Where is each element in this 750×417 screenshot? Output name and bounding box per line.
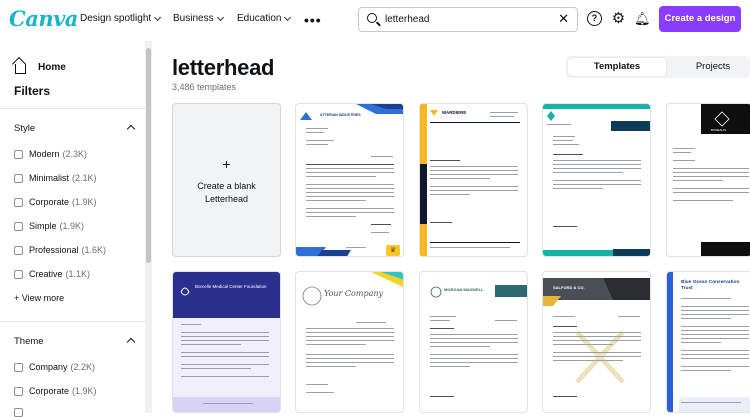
plus-icon: + [14,293,22,303]
tab-templates[interactable]: Templates [568,58,666,76]
view-more-label: View more [21,293,65,303]
template-card[interactable]: Your Company [295,271,404,413]
filter-label: Company [29,362,68,372]
nav-label: Business [173,13,214,24]
template-card[interactable]: SALFORD & CO. [542,271,651,413]
nav-label: Education [237,13,282,24]
template-card[interactable]: MORGAN MAXWELL [419,271,528,413]
checkbox[interactable] [14,269,23,279]
checkbox[interactable] [14,245,23,255]
divider [0,108,145,109]
template-thumbnail [420,104,520,256]
canva-logo[interactable]: Canva [9,6,78,31]
top-bar: Canva Design spotlight Business Educatio… [0,0,750,40]
theme-section-title[interactable]: Theme [14,336,44,347]
template-company: Borcelle Medical Center Foundation [195,284,267,289]
filter-count: (1.1K) [65,269,91,279]
nav-design-spotlight[interactable]: Design spotlight [80,13,162,24]
sidebar-item-home[interactable]: Home [15,61,66,74]
bell-icon[interactable]: 🔔︎ [634,11,651,26]
home-label: Home [38,62,66,73]
gear-icon[interactable]: ⚙ [611,11,626,26]
template-company: WARDIERE [442,110,467,115]
template-company: ATTERIAN INDUSTRIES [320,113,361,117]
clear-search-icon[interactable]: ✕ [558,11,569,27]
filter-label: Simple [29,221,57,231]
checkbox[interactable] [14,197,23,207]
nav-education[interactable]: Education [237,13,292,24]
plus-icon: + [222,156,231,172]
create-blank-label: Create a blank Letterhead [197,181,256,204]
template-count: 3,486 templates [172,82,237,92]
checkbox[interactable] [14,221,23,231]
search-bar[interactable]: letterhead ✕ [358,7,578,32]
tab-projects[interactable]: Projects [676,58,750,76]
filter-count: (2.2K) [70,362,96,372]
filters-title: Filters [14,84,51,98]
more-icon[interactable]: ••• [304,12,322,28]
sidebar-scroll-thumb[interactable] [146,48,151,263]
create-blank-card[interactable]: + Create a blank Letterhead [172,103,281,257]
divider [0,321,145,322]
filter-label: Corporate [29,386,70,396]
filter-count: (1.9K) [72,197,97,207]
premium-crown-icon: ♛ [386,245,400,256]
filter-label: Professional [29,245,79,255]
filter-company[interactable]: Company (2.2K) [14,362,95,372]
template-card[interactable]: BOREALIS [666,103,750,257]
filter-creative[interactable]: Creative (1.1K) [14,269,90,279]
chevron-down-icon [284,13,292,21]
filter-label: Corporate [29,197,70,207]
chevron-down-icon [154,13,162,21]
view-more-link[interactable]: + View more [14,293,64,303]
filter-professional[interactable]: Professional (1.6K) [14,245,106,255]
help-icon[interactable]: ? [587,11,602,26]
nav-label: Design spotlight [80,13,152,24]
page-title: letterhead [172,55,275,80]
search-input[interactable]: letterhead [385,14,429,25]
search-icon [367,13,377,23]
filter-count: (2.3K) [62,149,88,159]
filter-label: Creative [29,269,63,279]
filter-corporate[interactable]: Corporate (1.9K) [14,197,97,207]
template-thumbnail [296,104,403,256]
template-card[interactable]: Borcelle Medical Center Foundation [172,271,281,413]
template-card[interactable]: WARDIERE [419,103,528,257]
template-company: BOREALIS [711,128,727,132]
template-company: Blue Ocean Conservation Trust [681,280,740,291]
chevron-down-icon [216,13,224,21]
template-company: SALFORD & CO. [553,285,585,290]
filter-count: (2.1K) [72,173,97,183]
template-card[interactable]: Blue Ocean Conservation Trust [666,271,750,413]
tab-bar: Templates Projects [566,56,750,78]
filter-label: Minimalist [29,173,70,183]
checkbox[interactable] [14,173,23,183]
checkbox[interactable] [14,386,23,396]
filter-count: (1.9K) [59,221,85,231]
filter-modern[interactable]: Modern (2.3K) [14,149,87,159]
filter-simple[interactable]: Simple (1.9K) [14,221,84,231]
template-thumbnail [173,272,280,412]
filter-count: (1.6K) [81,245,107,255]
template-card[interactable]: ATTERIAN INDUSTRIES ♛ [295,103,404,257]
create-design-button[interactable]: Create a design [659,6,741,32]
template-card[interactable] [542,103,651,257]
filter-minimalist[interactable]: Minimalist (2.1K) [14,173,97,183]
checkbox[interactable] [14,362,23,372]
nav-business[interactable]: Business [173,13,224,24]
template-company: Your Company [324,289,384,298]
filter-label: Modern [29,149,60,159]
filter-count: (1.9K) [72,386,97,396]
home-icon [15,64,26,74]
checkbox[interactable] [14,149,23,159]
style-section-title[interactable]: Style [14,123,35,134]
template-thumbnail [543,278,650,384]
template-company: MORGAN MAXWELL [444,287,484,292]
filter-corporate-theme[interactable]: Corporate (1.9K) [14,386,97,396]
